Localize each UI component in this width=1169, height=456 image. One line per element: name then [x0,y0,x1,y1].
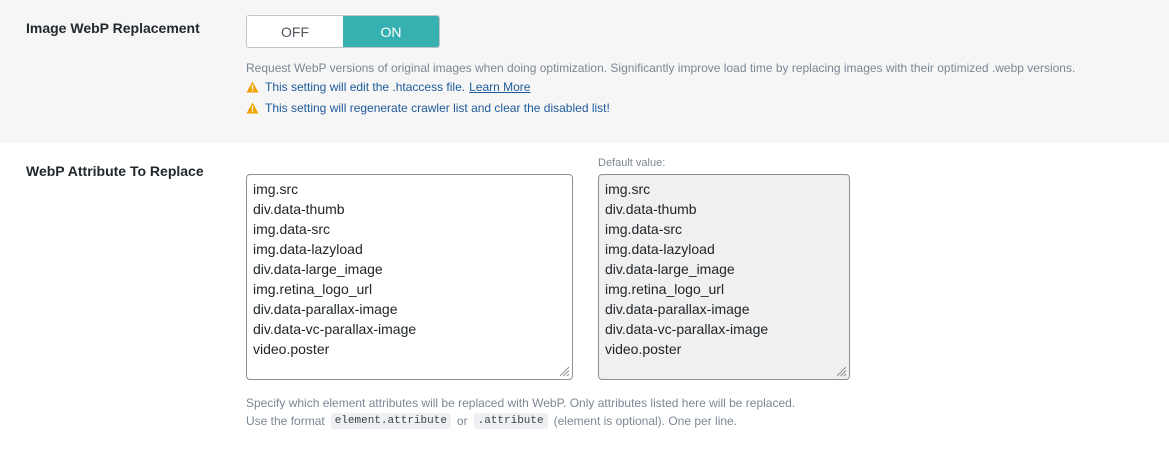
textarea-line: img.data-src [253,221,331,237]
webp-attribute-row: WebP Attribute To Replace img.src div.da… [0,143,1169,456]
webp-replacement-toggle[interactable]: OFF ON [246,15,440,48]
textarea-line: div.data-vc-parallax-image [253,321,417,337]
textarea-line: div.data-large_image [605,261,735,277]
toggle-off-button[interactable]: OFF [247,16,343,47]
crawler-warning-text: This setting will regenerate crawler lis… [265,101,610,115]
textarea-line: div.data-thumb [605,201,697,217]
htaccess-warning: This setting will edit the .htaccess fil… [246,80,530,94]
format-help-prefix: Use the format [246,414,325,428]
textarea-line: div.data-large_image [253,261,383,277]
format-help-or: or [456,414,468,428]
webp-replacement-row: Image WebP Replacement OFF ON Request We… [0,0,1169,143]
textarea-line: div.data-thumb [253,201,345,217]
textarea-line: img.src [605,181,651,197]
webp-replacement-description: Request WebP versions of original images… [246,61,1076,75]
textarea-line: img.data-lazyload [605,241,715,257]
textarea-line: div.data-vc-parallax-image [605,321,769,337]
textarea-line: video.poster [605,341,682,357]
default-value-textarea: img.src div.data-thumb img.data-src img.… [598,174,850,380]
textarea-line: video.poster [253,341,330,357]
textarea-line: img.retina_logo_url [253,281,373,297]
attribute-help-text: Specify which element attributes will be… [246,396,796,410]
textarea-line: div.data-parallax-image [605,301,750,317]
warning-triangle-icon [246,81,259,93]
htaccess-warning-text: This setting will edit the .htaccess fil… [265,80,466,94]
format-code-attribute: .attribute [473,413,548,429]
resize-grip-icon[interactable] [559,366,570,377]
textarea-line: img.data-lazyload [253,241,363,257]
warning-triangle-icon [246,102,259,114]
format-code-element-attribute: element.attribute [330,413,451,429]
resize-grip-icon[interactable] [836,366,847,377]
textarea-line: div.data-parallax-image [253,301,398,317]
learn-more-link[interactable]: Learn More [469,80,530,94]
toggle-on-button[interactable]: ON [343,16,439,47]
textarea-line: img.src [253,181,299,197]
webp-replacement-label: Image WebP Replacement [26,20,200,36]
webp-attribute-label: WebP Attribute To Replace [26,163,204,179]
default-value-label: Default value: [598,157,666,169]
format-help-suffix: (element is optional). One per line. [553,414,738,428]
attribute-format-help: Use the format element.attribute or .att… [246,413,737,429]
webp-attribute-textarea[interactable]: img.src div.data-thumb img.data-src img.… [246,174,573,380]
textarea-line: img.data-src [605,221,683,237]
crawler-warning: This setting will regenerate crawler lis… [246,101,610,115]
textarea-line: img.retina_logo_url [605,281,725,297]
